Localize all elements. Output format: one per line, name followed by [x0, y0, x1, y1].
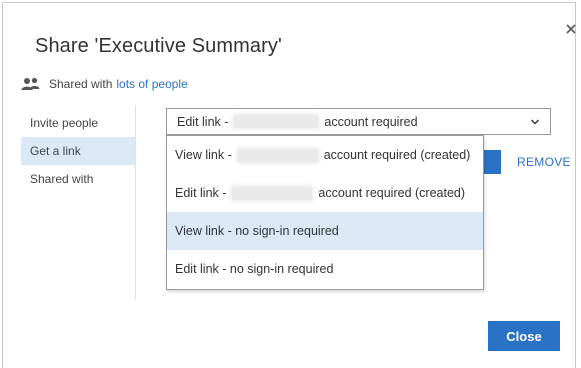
option-suffix: account required (created) — [323, 148, 471, 162]
close-button[interactable]: Close — [488, 321, 560, 351]
link-type-select[interactable]: Edit link - account required — [166, 108, 551, 135]
dialog-title: Share 'Executive Summary' — [35, 35, 282, 57]
close-icon[interactable] — [564, 23, 578, 37]
select-suffix: account required — [324, 114, 418, 129]
redacted-name — [234, 115, 319, 128]
nav-item-invite-people[interactable]: Invite people — [21, 109, 135, 137]
option-view-link-account-required[interactable]: View link - account required (created) — [167, 136, 483, 174]
people-icon — [21, 77, 41, 91]
option-edit-link-no-sign-in[interactable]: Edit link - no sign-in required — [167, 250, 483, 288]
option-prefix: View link - — [175, 148, 232, 162]
select-prefix: Edit link - — [177, 114, 229, 129]
shared-with-line: Shared with lots of people — [21, 76, 188, 92]
nav-item-get-a-link[interactable]: Get a link — [21, 137, 135, 165]
redacted-name — [237, 148, 318, 162]
option-view-link-no-sign-in[interactable]: View link - no sign-in required — [167, 212, 483, 250]
shared-with-link[interactable]: lots of people — [116, 77, 187, 91]
remove-link[interactable]: REMOVE — [517, 155, 571, 169]
side-nav: Invite people Get a link Shared with — [21, 109, 135, 193]
redacted-name — [232, 186, 313, 200]
chevron-down-icon[interactable] — [530, 116, 540, 126]
option-prefix: Edit link - — [175, 186, 227, 200]
nav-divider — [135, 105, 136, 300]
nav-item-shared-with[interactable]: Shared with — [21, 165, 135, 193]
option-suffix: account required (created) — [318, 186, 466, 200]
option-edit-link-account-required[interactable]: Edit link - account required (created) — [167, 174, 483, 212]
shared-with-prefix: Shared with — [49, 77, 113, 91]
link-type-dropdown: View link - account required (created) E… — [166, 135, 484, 290]
